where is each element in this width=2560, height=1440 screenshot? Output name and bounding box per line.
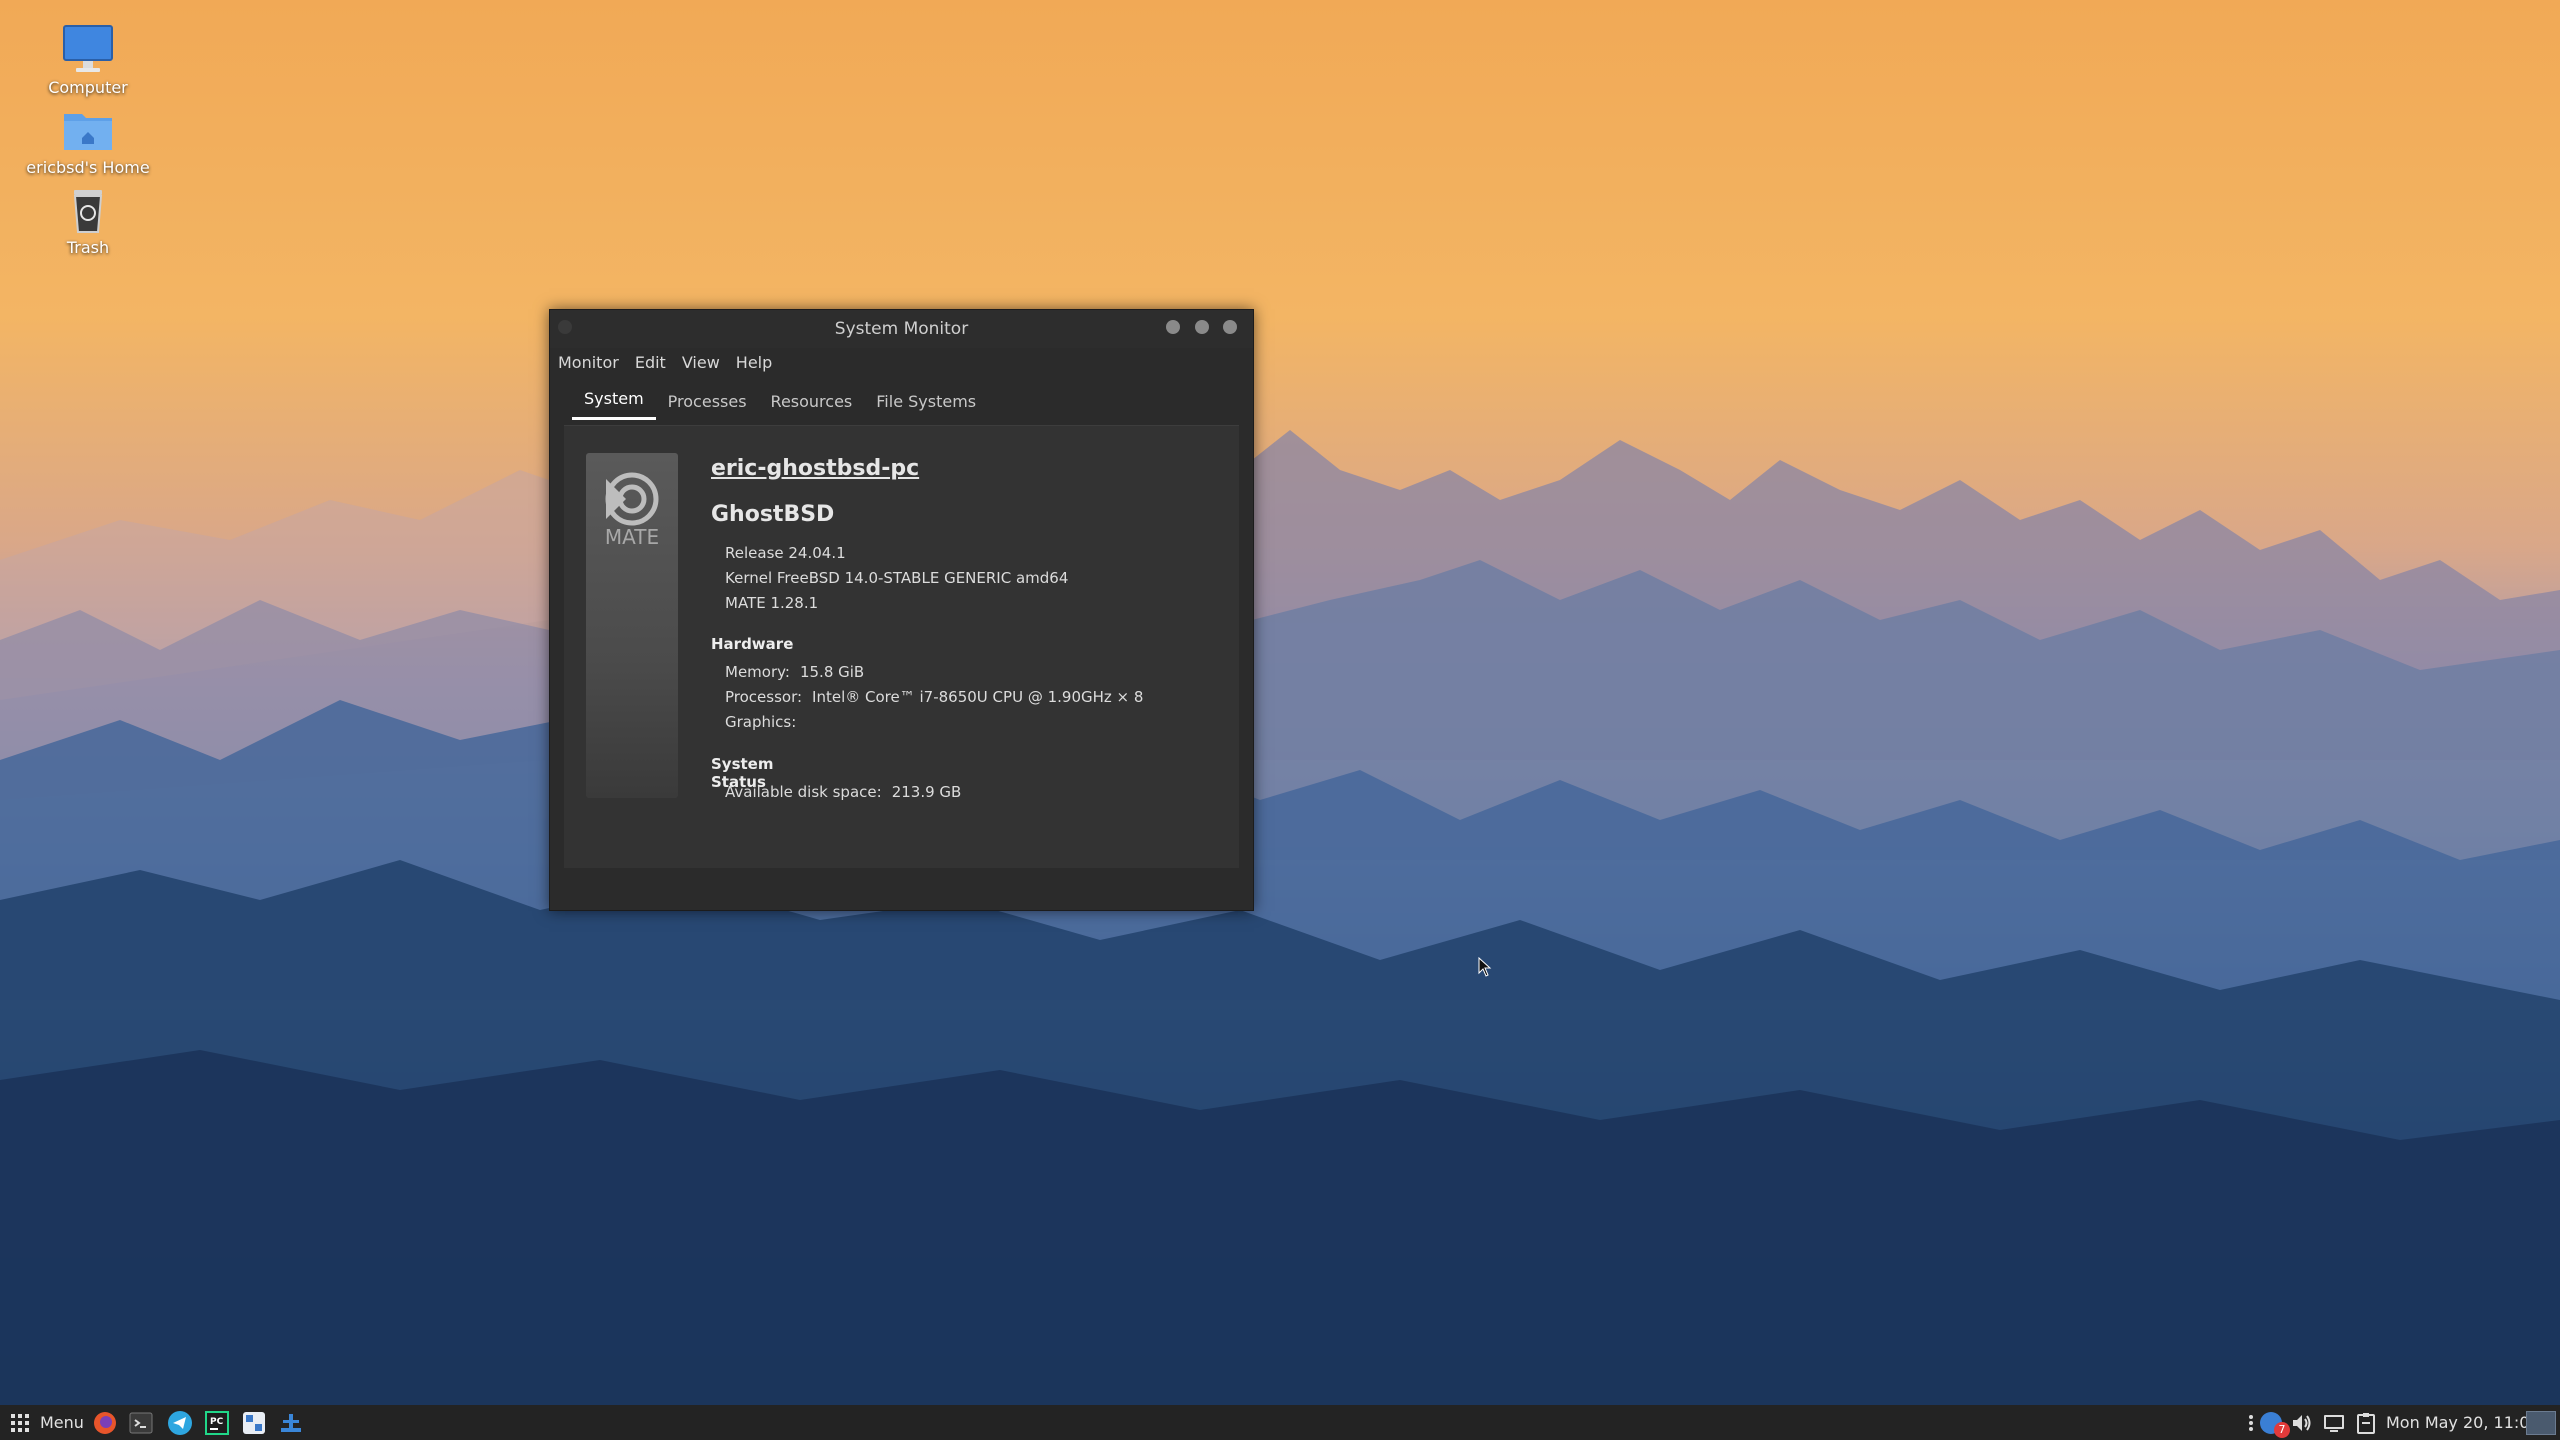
telegram-icon [168,1410,192,1435]
mate-logo-strip: MATE [586,453,678,798]
terminal-icon [129,1412,153,1433]
tab-resources[interactable]: Resources [759,392,865,420]
firefox-icon [94,1411,116,1434]
memory-label: Memory: [725,663,790,681]
processor-value: Intel® Core™ i7-8650U CPU @ 1.90GHz × 8 [812,688,1144,706]
desktop-icon-label: Trash [66,238,110,257]
hostname[interactable]: eric-ghostbsd-pc [711,456,919,481]
launcher-network[interactable] [278,1405,304,1440]
disk-row: Available disk space: 213.9 GB [725,783,961,801]
mate-version-line: MATE 1.28.1 [725,594,819,612]
processor-row: Processor: Intel® Core™ i7-8650U CPU @ 1.… [725,688,1143,706]
update-count-badge: 7 [2274,1421,2290,1438]
computer-icon [62,24,114,76]
more-icon [2249,1414,2253,1431]
release-line: Release 24.04.1 [725,544,846,562]
graphics-label: Graphics: [725,713,797,731]
window-title: System Monitor [834,319,969,339]
menu-label: Menu [40,1413,84,1432]
show-desktop-button[interactable] [2526,1405,2556,1440]
launcher-firefox[interactable] [92,1405,118,1440]
volume-icon [2293,1414,2311,1431]
clipboard-icon [2357,1412,2375,1434]
hardware-heading: Hardware [711,635,794,653]
menubar: Monitor Edit View Help [550,348,1253,376]
pycharm-icon: PC [205,1410,229,1435]
system-info-panel: MATE eric-ghostbsd-pc GhostBSD Release 2… [564,425,1239,868]
show-desktop-icon [2526,1410,2556,1435]
launcher-app[interactable] [241,1405,267,1440]
disk-value: 213.9 GB [891,783,962,801]
svg-text:PC: PC [210,1417,224,1427]
clock[interactable]: Mon May 20, 11:01 [2386,1405,2540,1440]
launcher-telegram[interactable] [167,1405,193,1440]
menu-monitor[interactable]: Monitor [558,353,619,372]
mouse-cursor-icon [1478,957,1492,977]
clock-label: Mon May 20, 11:01 [2386,1413,2540,1432]
tab-file-systems[interactable]: File Systems [864,392,988,420]
processor-label: Processor: [725,688,803,706]
desktop-icon-computer[interactable]: Computer [23,24,153,97]
system-monitor-window[interactable]: System Monitor Monitor Edit View Help Sy… [549,309,1254,911]
tab-system[interactable]: System [572,389,656,420]
tray-menu-dots[interactable] [2248,1405,2254,1440]
launcher-terminal[interactable] [128,1405,154,1440]
tray-volume[interactable] [2290,1405,2314,1440]
tab-processes[interactable]: Processes [656,392,759,420]
kernel-line: Kernel FreeBSD 14.0-STABLE GENERIC amd64 [725,569,1069,587]
memory-row: Memory: 15.8 GiB [725,663,864,681]
menu-edit[interactable]: Edit [635,353,666,372]
menu-view[interactable]: View [682,353,720,372]
tray-display[interactable] [2322,1405,2346,1440]
network-icon [281,1413,301,1432]
wallpaper [0,430,2560,1440]
close-button[interactable] [1223,320,1237,334]
os-name: GhostBSD [711,502,835,527]
desktop-icon-trash[interactable]: Trash [23,184,153,257]
taskbar: Menu PC 7 Mon May 20, 11:01 [0,1405,2560,1440]
mate-logo-label: MATE [604,525,660,549]
graphics-row: Graphics: [725,713,796,731]
tray-updates[interactable]: 7 [2258,1405,2290,1440]
memory-value: 15.8 GiB [799,663,865,681]
desktop-icon-home[interactable]: ericbsd's Home [23,104,153,177]
home-folder-icon [62,104,114,156]
menu-button[interactable]: Menu [10,1405,84,1440]
menu-help[interactable]: Help [736,353,772,372]
app-icon [243,1411,265,1434]
window-titlebar[interactable]: System Monitor [550,310,1253,348]
tray-clipboard[interactable] [2354,1405,2378,1440]
maximize-button[interactable] [1195,320,1209,334]
apps-grid-icon [11,1413,29,1432]
tab-bar: System Processes Resources File Systems [550,382,1253,420]
desktop-icon-label: ericbsd's Home [26,158,150,177]
disk-label: Available disk space: [725,783,882,801]
display-icon [2324,1414,2344,1432]
desktop-icon-label: Computer [48,78,128,97]
launcher-pycharm[interactable]: PC [204,1405,230,1440]
trash-icon [62,184,114,236]
minimize-button[interactable] [1166,320,1180,334]
